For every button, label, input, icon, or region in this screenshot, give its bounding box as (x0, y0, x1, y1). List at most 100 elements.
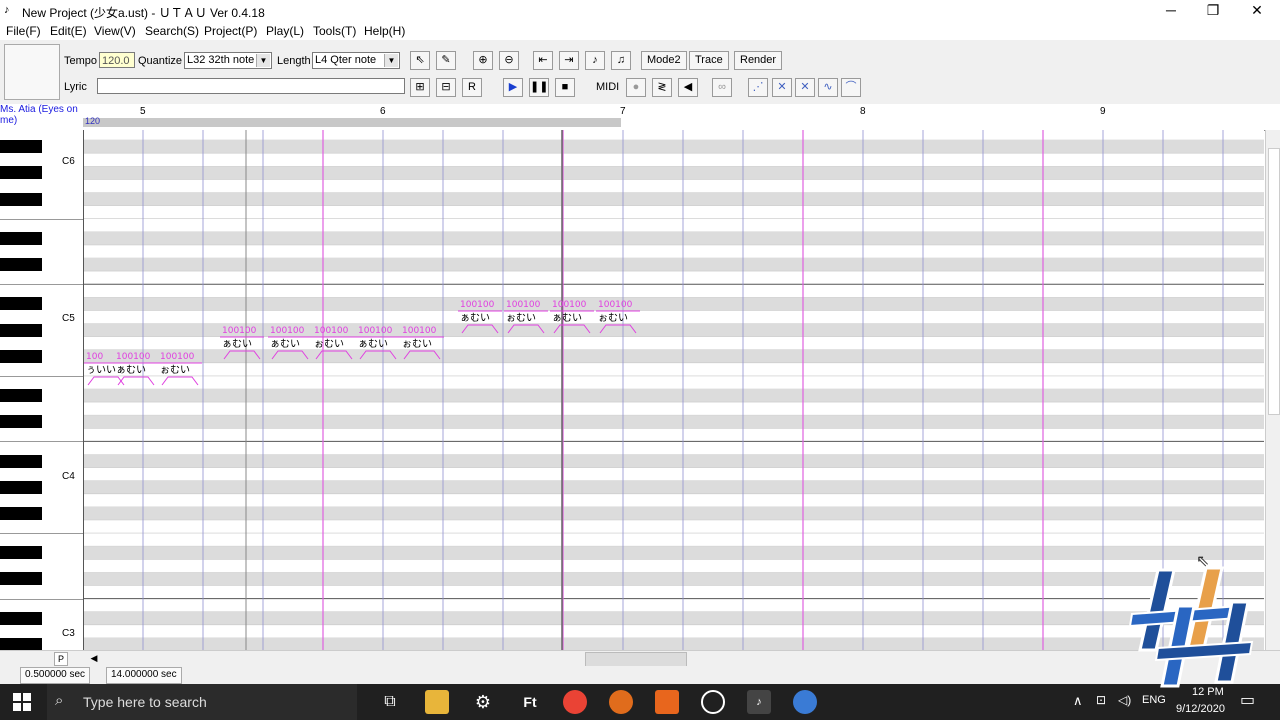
black-key[interactable] (0, 389, 42, 402)
obs-icon[interactable] (701, 690, 725, 714)
mode2-button[interactable]: Mode2 (641, 51, 687, 70)
delete-icon: ⊟ (441, 81, 451, 93)
note-velocity: 100100 (402, 326, 437, 336)
restore-button[interactable]: ❐ (1190, 0, 1236, 22)
black-key[interactable] (0, 415, 42, 429)
scroll-thumb[interactable] (1268, 148, 1280, 415)
language-indicator[interactable]: ENG (1142, 694, 1166, 706)
status-bar: 0.500000 sec 14.000000 sec (0, 666, 1280, 684)
note-lyric: ぉむい (598, 312, 628, 324)
midi-record-button[interactable]: ● (626, 78, 646, 97)
pointer-tool-button[interactable]: ⇖ (410, 51, 430, 70)
minimize-button[interactable]: ─ (1148, 0, 1194, 22)
menu-tools[interactable]: Tools(T) (313, 24, 356, 38)
pitch-tool-1[interactable]: ⋰ (748, 78, 768, 97)
zoom-in-button[interactable]: ⊕ (473, 51, 493, 70)
black-key[interactable] (0, 297, 42, 311)
office-icon[interactable] (655, 690, 679, 714)
task-view-icon[interactable]: ⧉ (378, 690, 402, 714)
zoom-out-button[interactable]: ⊖ (499, 51, 519, 70)
measure-ruler[interactable]: 120 5 6 7 8 9 (83, 104, 1280, 131)
black-key[interactable] (0, 546, 42, 560)
volume-icon[interactable]: ◁) (1118, 693, 1131, 707)
next-note-button[interactable]: ♫ (611, 51, 631, 70)
vertical-scrollbar[interactable] (1265, 130, 1280, 650)
menu-project[interactable]: Project(P) (204, 24, 257, 38)
settings-icon[interactable]: ⚙ (471, 690, 495, 714)
note-lyric: ぁむい (270, 338, 300, 350)
pause-button[interactable]: ❚❚ (529, 78, 549, 97)
menu-play[interactable]: Play(L) (266, 24, 304, 38)
pitch-tool-2[interactable]: ✕ (772, 78, 792, 97)
note-velocity: 100100 (552, 300, 587, 310)
black-key[interactable] (0, 140, 42, 154)
black-key[interactable] (0, 323, 42, 337)
go-start-button[interactable]: ⇤ (533, 51, 553, 70)
black-key[interactable] (0, 258, 42, 271)
prev-note-button[interactable]: ♪ (585, 51, 605, 70)
black-key[interactable] (0, 637, 42, 650)
menu-file[interactable]: File(F) (6, 24, 41, 38)
black-key[interactable] (0, 192, 42, 206)
note-grid[interactable]: 100 ぅいい 100100 ぁむい 100100 ぉむい 100100 ぁむい 100100 ぁ… (84, 130, 1264, 650)
insert-button[interactable]: ⊞ (410, 78, 430, 97)
quantize-select[interactable]: L32 32th note ▼ (184, 52, 272, 69)
network-icon[interactable]: ⊡ (1096, 693, 1106, 707)
scroll-left-icon[interactable]: ◀ (88, 652, 100, 664)
pitch-cross-icon: ✕ (800, 81, 810, 93)
black-key[interactable] (0, 349, 42, 363)
black-key[interactable] (0, 611, 42, 625)
black-key-row (84, 415, 1264, 429)
menu-search[interactable]: Search(S) (145, 24, 199, 38)
pitch-tool-3[interactable]: ✕ (795, 78, 815, 97)
go-end-button[interactable]: ⇥ (559, 51, 579, 70)
chrome-icon[interactable] (563, 690, 587, 714)
taskbar-search[interactable]: ⌕ Type here to search (47, 684, 357, 720)
delete-button[interactable]: ⊟ (436, 78, 456, 97)
globe-icon[interactable] (793, 690, 817, 714)
utau-icon[interactable]: ♪ (747, 690, 771, 714)
chevron-down-icon: ▼ (384, 54, 398, 67)
search-placeholder: Type here to search (83, 694, 207, 710)
p-button[interactable]: P (54, 652, 68, 666)
midi-loop-button[interactable]: ≷ (652, 78, 672, 97)
length-select[interactable]: L4 Qter note ▼ (312, 52, 400, 69)
speaker-button[interactable]: ◀ (678, 78, 698, 97)
windows-start-icon[interactable] (12, 692, 32, 712)
render-button[interactable]: Render (734, 51, 783, 70)
tempo-input[interactable]: 120.0 (99, 52, 135, 68)
vibrato-icon: ∿ (823, 81, 833, 93)
menu-view[interactable]: View(V) (94, 24, 136, 38)
app-orange-icon[interactable] (609, 690, 633, 714)
app-ft-icon[interactable]: Ft (518, 690, 542, 714)
refresh-button[interactable]: R (462, 78, 482, 97)
grid-canvas[interactable]: 100ぅいい100100ぁむい100100ぉむい100100ぁむい100100ぁ… (84, 130, 1264, 650)
close-button[interactable]: ✕ (1234, 0, 1280, 22)
horizontal-scrollbar[interactable]: P ◀ (0, 650, 1280, 667)
pitch-tool-4[interactable]: ∿ (818, 78, 838, 97)
black-key[interactable] (0, 166, 42, 180)
tempo-label: Tempo (64, 55, 98, 67)
singer-name[interactable]: Ms. Atia (Eyes on me) (0, 104, 83, 130)
lyric-input[interactable] (97, 78, 405, 94)
trace-button[interactable]: Trace (689, 51, 729, 70)
black-key-row (84, 231, 1264, 245)
play-button[interactable]: ▶ (503, 78, 523, 97)
black-key[interactable] (0, 480, 42, 494)
pen-tool-button[interactable]: ✎ (436, 51, 456, 70)
black-key[interactable] (0, 572, 42, 586)
hscroll-thumb[interactable] (585, 652, 687, 667)
loop-icon: ≷ (657, 81, 667, 93)
black-key[interactable] (0, 506, 42, 520)
envelope-tool[interactable]: ⌒ (841, 78, 861, 97)
link-button[interactable]: ∞ (712, 78, 732, 97)
menu-edit[interactable]: Edit(E) (50, 24, 87, 38)
stop-button[interactable]: ■ (555, 78, 575, 97)
black-key[interactable] (0, 454, 42, 468)
menu-help[interactable]: Help(H) (364, 24, 405, 38)
piano-keyboard[interactable]: C6 C5 C4 C3 (0, 130, 84, 650)
notifications-icon[interactable]: ▭ (1240, 690, 1255, 710)
file-explorer-icon[interactable] (425, 690, 449, 714)
black-key[interactable] (0, 231, 42, 245)
tray-chevron-icon[interactable]: ∧ (1073, 693, 1083, 709)
